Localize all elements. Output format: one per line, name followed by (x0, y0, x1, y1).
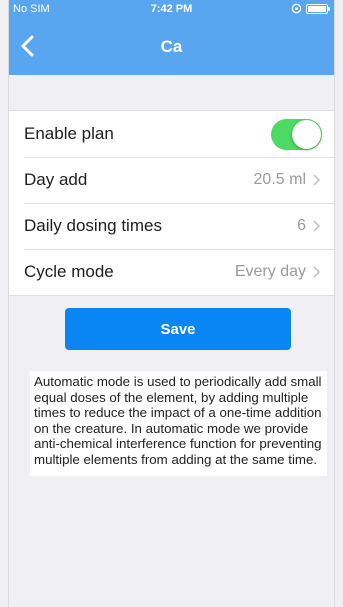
chevron-right-icon (313, 174, 321, 186)
page-title: Ca (160, 37, 183, 56)
daily-dosing-times-value: 6 (297, 217, 306, 234)
save-button[interactable]: Save (65, 308, 291, 350)
day-add-label: Day add (24, 170, 88, 189)
header-bar: No SIM 7:42 PM Ca (9, 0, 334, 75)
rotation-lock-icon (291, 3, 302, 14)
settings-list: Enable plan Day add 20.5 ml Daily dosing… (9, 110, 334, 296)
enable-plan-label: Enable plan (24, 124, 114, 143)
status-time: 7:42 PM (150, 3, 193, 15)
cycle-mode-value: Every day (234, 263, 306, 280)
day-add-value: 20.5 ml (253, 171, 306, 188)
cycle-mode-row[interactable]: Cycle mode Every day (9, 249, 334, 295)
cycle-mode-label: Cycle mode (24, 262, 114, 281)
daily-dosing-times-row[interactable]: Daily dosing times 6 (9, 203, 334, 249)
toggle-knob (292, 119, 321, 149)
day-add-row[interactable]: Day add 20.5 ml (9, 157, 334, 203)
chevron-right-icon (313, 220, 321, 232)
description-text: Automatic mode is used to periodically a… (30, 371, 327, 476)
battery-icon (306, 3, 330, 14)
enable-plan-toggle[interactable] (271, 118, 322, 150)
nav-bar: Ca (9, 20, 334, 75)
enable-plan-row: Enable plan (9, 111, 334, 157)
app-screen: No SIM 7:42 PM Ca Enable plan Day add 20… (8, 0, 335, 607)
chevron-right-icon (313, 266, 321, 278)
status-bar: No SIM 7:42 PM (9, 0, 334, 20)
status-right (291, 3, 330, 14)
daily-dosing-times-label: Daily dosing times (24, 216, 162, 235)
